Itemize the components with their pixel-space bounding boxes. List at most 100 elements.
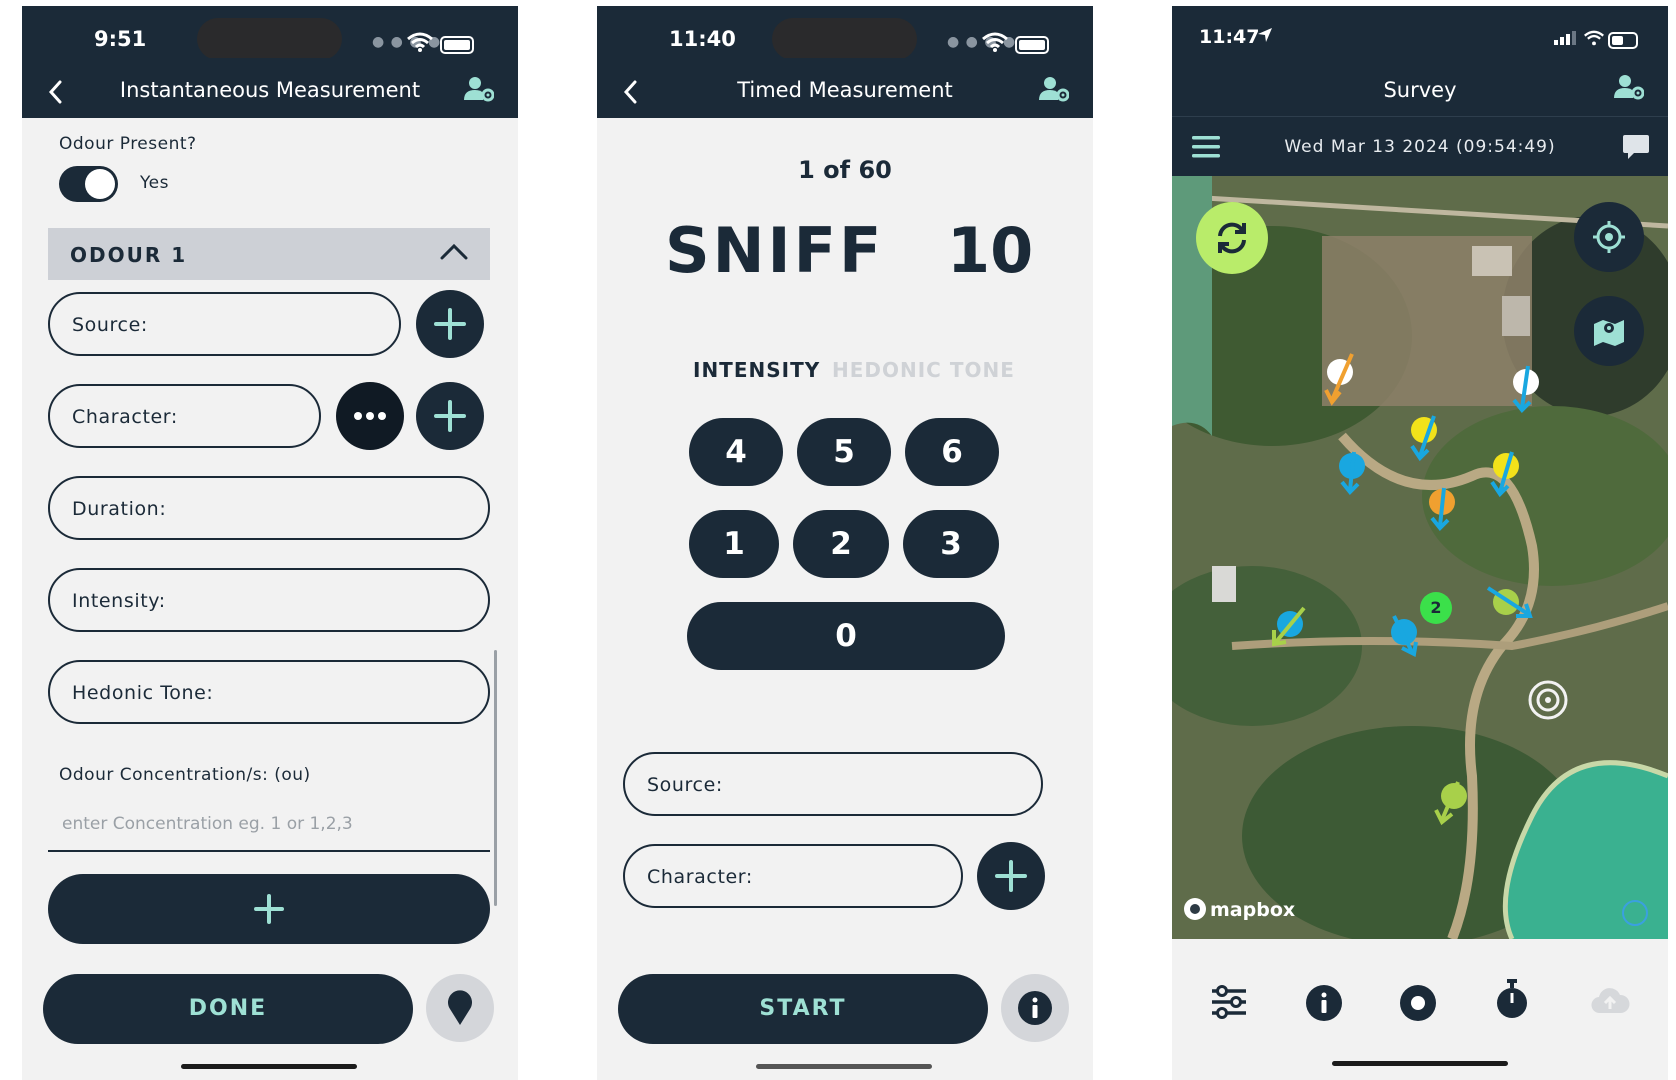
concentration-label: Odour Concentration/s: (ou): [59, 765, 311, 785]
status-time: 11:47: [1199, 26, 1260, 48]
sniff-label: SNIFF: [665, 214, 885, 287]
status-bar: 9:51 ● ● ● ●: [22, 6, 518, 60]
plus-icon: [434, 308, 466, 340]
sniff-counter: 1 of 60: [798, 156, 892, 184]
record-icon[interactable]: [1400, 985, 1436, 1021]
map-layers-button[interactable]: [1574, 296, 1644, 366]
character-field[interactable]: Character:: [623, 844, 963, 908]
location-pin-icon: [448, 990, 472, 1025]
character-field[interactable]: Character:: [48, 384, 321, 448]
page-title: Instantaneous Measurement: [119, 78, 421, 102]
user-settings-icon[interactable]: [1614, 74, 1644, 100]
cell-signal-icon: [1554, 31, 1576, 45]
map-pin-icon: [1594, 320, 1624, 346]
info-button[interactable]: [1001, 974, 1069, 1042]
chat-bubble-icon[interactable]: [1622, 133, 1650, 161]
key-6[interactable]: 6: [905, 418, 999, 486]
source-field-label: Source:: [647, 774, 723, 796]
add-character-button[interactable]: [416, 382, 484, 450]
nav-bar: Survey: [1172, 58, 1668, 116]
map-info-icon[interactable]: [1622, 900, 1648, 926]
key-5[interactable]: 5: [797, 418, 891, 486]
info-icon: [1018, 991, 1052, 1025]
user-settings-icon[interactable]: [1039, 76, 1069, 102]
nav-bar: Instantaneous Measurement: [22, 58, 518, 118]
refresh-icon: [1218, 222, 1246, 254]
plus-icon: [995, 860, 1027, 892]
key-1[interactable]: 1: [689, 510, 779, 578]
user-settings-icon[interactable]: [464, 76, 494, 102]
intensity-field[interactable]: Intensity:: [48, 568, 490, 632]
survey-datetime: Wed Mar 13 2024 (09:54:49): [1284, 137, 1556, 157]
character-options-button[interactable]: [336, 382, 404, 450]
marker-cluster-badge[interactable]: 2: [1420, 592, 1452, 624]
duration-field[interactable]: Duration:: [48, 476, 490, 540]
status-time: 11:40: [669, 27, 736, 51]
add-odour-button[interactable]: [48, 874, 490, 944]
scrollbar[interactable]: [494, 650, 497, 906]
survey-screen: 11:47 Survey Wed Mar 13 2024 (09:54:49): [1172, 6, 1668, 1080]
map-imagery: [1172, 176, 1668, 939]
dynamic-island: [197, 18, 342, 60]
satellite-map[interactable]: 2 mapbox: [1172, 176, 1668, 939]
stopwatch-icon[interactable]: [1496, 979, 1528, 1019]
instant-measurement-screen: 9:51 ● ● ● ● Instantaneous Measurement O…: [22, 6, 518, 1080]
tab-hedonic-tone[interactable]: HEDONIC TONE: [832, 358, 1015, 382]
add-character-button[interactable]: [977, 842, 1045, 910]
location-arrow-icon: [1258, 28, 1272, 42]
bottom-tab-bar: [1172, 939, 1668, 1080]
key-4[interactable]: 4: [689, 418, 783, 486]
hedonic-tone-field[interactable]: Hedonic Tone:: [48, 660, 490, 724]
intensity-field-label: Intensity:: [72, 590, 166, 612]
home-indicator: [756, 1064, 932, 1069]
refresh-button[interactable]: [1196, 202, 1268, 274]
odour-present-label: Odour Present?: [59, 134, 197, 154]
chevron-up-icon[interactable]: [440, 242, 468, 260]
odour-present-toggle[interactable]: [59, 166, 118, 202]
battery-icon: [1015, 36, 1049, 54]
plus-icon: [434, 400, 466, 432]
page-title: Survey: [1383, 78, 1457, 102]
start-button[interactable]: START: [618, 974, 988, 1044]
toggle-knob: [85, 169, 115, 199]
toggle-value-label: Yes: [140, 173, 169, 193]
nav-bar: Timed Measurement: [597, 58, 1093, 118]
mapbox-logo-icon: [1184, 898, 1206, 920]
key-2[interactable]: 2: [793, 510, 889, 578]
section-title: ODOUR 1: [70, 243, 188, 267]
add-source-button[interactable]: [416, 290, 484, 358]
status-time: 9:51: [94, 27, 147, 51]
timed-measurement-screen: 11:40 ● ● ● ● Timed Measurement 1 of 60 …: [597, 6, 1093, 1080]
filter-sliders-icon[interactable]: [1210, 985, 1248, 1019]
character-field-label: Character:: [647, 866, 753, 888]
cloud-upload-icon[interactable]: [1590, 985, 1630, 1017]
info-icon[interactable]: [1306, 985, 1342, 1021]
recenter-button[interactable]: [1574, 202, 1644, 272]
character-field-label: Character:: [72, 406, 178, 428]
duration-field-label: Duration:: [72, 498, 167, 520]
wifi-icon: [1584, 30, 1604, 46]
plus-icon: [254, 894, 284, 924]
crosshair-icon: [1593, 221, 1625, 253]
more-dots-icon: [354, 412, 386, 420]
status-bar: 11:47: [1172, 6, 1668, 58]
concentration-input[interactable]: enter Concentration eg. 1 or 1,2,3: [62, 814, 353, 834]
done-label: DONE: [188, 996, 268, 1021]
start-label: START: [759, 996, 847, 1021]
tab-intensity[interactable]: INTENSITY: [693, 358, 820, 382]
done-button[interactable]: DONE: [43, 974, 413, 1044]
battery-icon: [440, 36, 474, 54]
mapbox-attribution[interactable]: mapbox: [1184, 898, 1295, 921]
location-button[interactable]: [426, 974, 494, 1042]
odour-section-header[interactable]: ODOUR 1: [48, 228, 490, 280]
source-field[interactable]: Source:: [623, 752, 1043, 816]
key-3[interactable]: 3: [903, 510, 999, 578]
hedonic-field-label: Hedonic Tone:: [72, 682, 214, 704]
source-field-label: Source:: [72, 314, 148, 336]
source-field[interactable]: Source:: [48, 292, 401, 356]
sniff-countdown: 10: [947, 214, 1034, 287]
battery-icon: [1608, 32, 1638, 49]
key-0[interactable]: 0: [687, 602, 1005, 670]
home-indicator: [181, 1064, 357, 1069]
page-title: Timed Measurement: [737, 78, 953, 102]
